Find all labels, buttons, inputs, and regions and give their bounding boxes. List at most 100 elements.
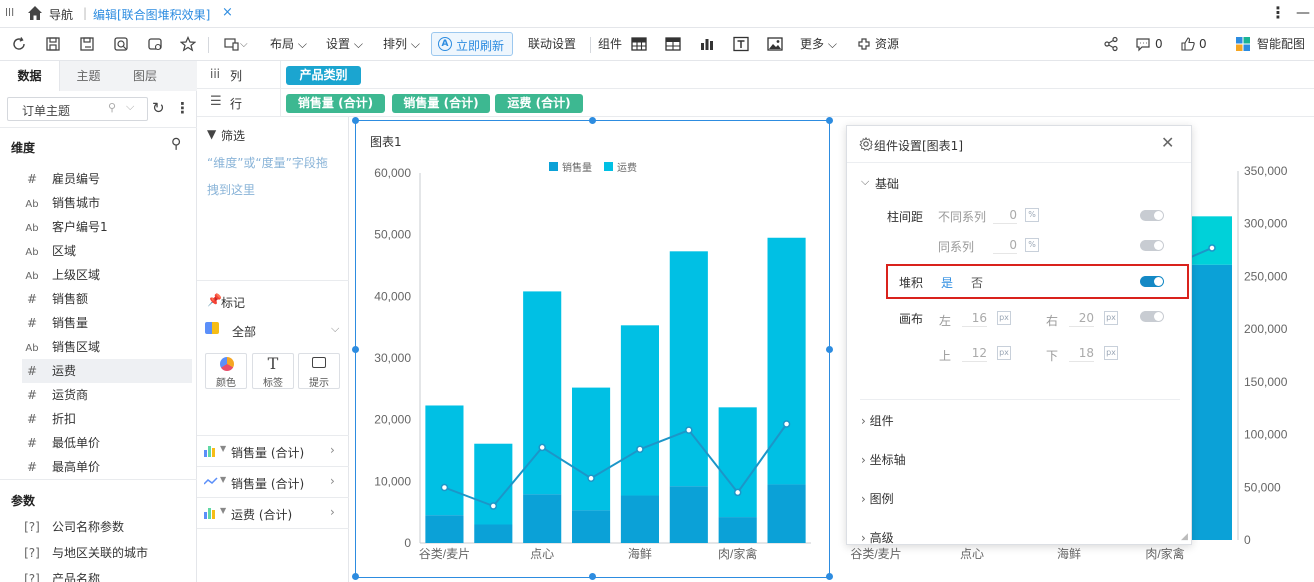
text-box-icon[interactable] <box>733 36 749 52</box>
row-pill-sales-qty-2[interactable]: 销售量 (合计) <box>392 94 490 113</box>
save-icon[interactable] <box>45 36 61 52</box>
section-legend[interactable]: › 图例 <box>861 490 1181 510</box>
series-row-freight-bar[interactable]: ▼ 运费 (合计) › <box>197 498 349 529</box>
param-item[interactable]: [?] 与地区关联的城市 <box>22 541 192 565</box>
section-component[interactable]: › 组件 <box>861 412 1181 432</box>
field-item[interactable]: Ab 销售区域 <box>22 335 192 359</box>
resize-handle[interactable] <box>352 346 359 353</box>
series-row-sales-bar[interactable]: ▼ 销售量 (合计) › <box>197 436 349 467</box>
share-icon[interactable] <box>1103 36 1119 52</box>
param-item[interactable]: [?] 产品名称 <box>22 567 192 582</box>
stack-toggle[interactable] <box>1140 276 1164 287</box>
resize-handle[interactable] <box>352 117 359 124</box>
screen-size-icon[interactable] <box>224 36 240 52</box>
diff-series-toggle[interactable] <box>1140 210 1164 221</box>
reload-icon[interactable]: ↻ <box>152 99 165 117</box>
param-item[interactable]: [?] 公司名称参数 <box>22 515 192 539</box>
tab-home[interactable]: 导航 <box>49 6 73 23</box>
column-pill-category[interactable]: 产品类别 <box>286 66 361 85</box>
tab-theme[interactable]: 主题 <box>60 61 117 91</box>
same-series-toggle[interactable] <box>1140 240 1164 251</box>
field-item[interactable]: Ab 销售城市 <box>22 191 192 215</box>
top-padding-input[interactable]: 12 <box>962 344 987 362</box>
mark-scope-select[interactable]: 全部 ⌵ <box>203 320 343 342</box>
filter-drop-hint[interactable]: “维度”或“度量”字段拖拽到这里 <box>207 150 339 204</box>
table-icon[interactable] <box>631 36 647 52</box>
text-field-icon: Ab <box>25 271 39 282</box>
series-row-sales-line[interactable]: ▼ 销售量 (合计) › <box>197 467 349 498</box>
arrange-menu[interactable]: 排列 ⌵ <box>383 28 420 61</box>
close-icon[interactable]: ✕ <box>1161 133 1174 152</box>
chevron-down-icon[interactable]: ⌵ <box>240 28 248 61</box>
refresh-icon[interactable] <box>11 36 27 52</box>
image-icon[interactable] <box>767 36 783 52</box>
tooltip-button[interactable]: 提示 <box>298 353 340 389</box>
save-as-icon[interactable] <box>79 36 95 52</box>
bottom-padding-input[interactable]: 18 <box>1069 344 1094 362</box>
right-padding-input[interactable]: 20 <box>1069 309 1094 327</box>
comment-icon[interactable] <box>1135 36 1151 52</box>
resize-handle[interactable] <box>352 573 359 580</box>
field-item[interactable]: # 最高单价 <box>22 455 192 479</box>
home-icon[interactable] <box>27 5 43 21</box>
same-series-input[interactable]: 0 <box>993 236 1017 254</box>
menu-icon[interactable]: lll <box>5 6 14 19</box>
color-button[interactable]: 颜色 <box>205 353 247 389</box>
left-padding-input[interactable]: 16 <box>962 309 987 327</box>
tab-close-icon[interactable]: × <box>222 5 233 20</box>
settings-menu[interactable]: 设置 ⌵ <box>326 28 363 61</box>
tab-data[interactable]: 数据 <box>0 61 60 91</box>
layout-menu[interactable]: 布局 ⌵ <box>270 28 307 61</box>
resize-handle[interactable] <box>826 346 833 353</box>
field-item[interactable]: Ab 上级区域 <box>22 263 192 287</box>
preview-icon[interactable] <box>113 36 129 52</box>
resize-handle[interactable] <box>826 117 833 124</box>
refresh-now-button[interactable]: A 立即刷新 <box>431 32 513 56</box>
field-item[interactable]: # 最低单价 <box>22 431 192 455</box>
smart-chart-icon[interactable] <box>1235 36 1251 52</box>
crosstab-icon[interactable] <box>665 36 681 52</box>
section-advanced[interactable]: › 高级 <box>861 529 1181 545</box>
chevron-down-icon[interactable]: ⌵ <box>126 100 134 114</box>
like-icon[interactable] <box>1180 36 1196 52</box>
resize-handle[interactable] <box>826 573 833 580</box>
canvas-toggle[interactable] <box>1140 311 1164 322</box>
field-item[interactable]: Ab 客户编号1 <box>22 215 192 239</box>
resize-handle[interactable] <box>589 573 596 580</box>
row-pill-sales-qty[interactable]: 销售量 (合计) <box>286 94 385 113</box>
more-vertical-icon[interactable]: ⋮ <box>175 99 190 117</box>
resize-grip-icon[interactable]: ◢ <box>1181 532 1188 542</box>
field-item[interactable]: # 运费 <box>22 359 192 383</box>
field-item[interactable]: # 运货商 <box>22 383 192 407</box>
resource-icon[interactable] <box>856 36 872 52</box>
diff-series-input[interactable]: 0 <box>993 206 1017 224</box>
bar-chart-icon[interactable] <box>699 36 715 52</box>
minimize-icon[interactable]: — <box>1296 5 1310 21</box>
mobile-preview-icon[interactable] <box>147 36 163 52</box>
tab-layers[interactable]: 图层 <box>117 61 173 91</box>
more-vertical-icon[interactable]: ⋮ <box>1270 3 1286 22</box>
subject-select[interactable]: 订单主题 ⚲ ⌵ <box>7 97 148 121</box>
tab-active[interactable]: 编辑[联合图堆积效果] <box>93 6 210 23</box>
field-item[interactable]: # 雇员编号 <box>22 167 192 191</box>
row-pill-freight[interactable]: 运费 (合计) <box>495 94 583 113</box>
chart-1[interactable]: 图表1 销售量 运费 0 10,000 20,000 30,000 40,000 50,000… <box>352 117 833 580</box>
stack-no-option[interactable]: 否 <box>971 274 983 291</box>
resize-handle[interactable] <box>589 117 596 124</box>
favorite-icon[interactable] <box>180 36 196 52</box>
section-basic[interactable]: 基础 <box>875 175 899 192</box>
section-axis[interactable]: › 坐标轴 <box>861 451 1181 471</box>
linkage-settings-button[interactable]: 联动设置 <box>528 28 576 61</box>
field-item[interactable]: Ab 区域 <box>22 239 192 263</box>
field-item[interactable]: # 折扣 <box>22 407 192 431</box>
more-menu[interactable]: 更多 ⌵ <box>800 28 837 61</box>
stack-yes-option[interactable]: 是 <box>941 274 953 291</box>
field-item[interactable]: # 销售额 <box>22 287 192 311</box>
search-icon[interactable]: ⚲ <box>171 136 181 152</box>
field-item[interactable]: # 销售量 <box>22 311 192 335</box>
resource-button[interactable]: 资源 <box>875 28 899 61</box>
label-button[interactable]: T 标签 <box>252 353 294 389</box>
search-icon[interactable]: ⚲ <box>108 101 116 114</box>
chevron-down-icon[interactable]: ⌵ <box>861 175 869 189</box>
smart-chart-button[interactable]: 智能配图 <box>1257 28 1305 61</box>
